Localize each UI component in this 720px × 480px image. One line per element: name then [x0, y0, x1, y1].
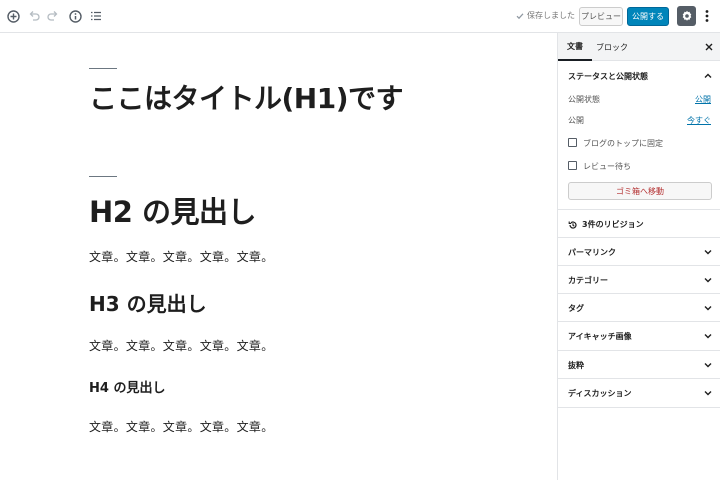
redo-icon[interactable] — [45, 8, 61, 24]
preview-button[interactable]: プレビュー — [579, 7, 623, 26]
panel-divider — [558, 237, 720, 238]
heading-h2[interactable]: H2 の見出し — [89, 189, 257, 231]
visibility-label: 公開状態 — [568, 95, 600, 104]
chevron-down-icon[interactable] — [703, 247, 713, 257]
post-title[interactable]: ここはタイトル(H1)です — [89, 77, 404, 117]
paragraph-1[interactable]: 文章。文章。文章。文章。文章。 — [89, 248, 274, 265]
close-sidebar-button[interactable] — [703, 41, 715, 53]
panel-divider — [558, 293, 720, 294]
sidebar-tabs: 文書 ブロック — [558, 33, 720, 61]
vertical-ellipsis-icon — [705, 10, 709, 22]
sticky-label[interactable]: ブログのトップに固定 — [583, 138, 663, 149]
chevron-down-icon[interactable] — [703, 331, 713, 341]
pending-review-checkbox[interactable] — [568, 161, 577, 170]
editor-canvas[interactable]: ここはタイトル(H1)です H2 の見出し 文章。文章。文章。文章。文章。 H3… — [0, 33, 557, 480]
panel-divider — [558, 407, 720, 408]
chevron-down-icon[interactable] — [703, 360, 713, 370]
revisions-label: 3件のリビジョン — [582, 220, 644, 229]
status-panel-title[interactable]: ステータスと公開状態 — [568, 71, 648, 82]
chevron-down-icon[interactable] — [703, 303, 713, 313]
paragraph-3[interactable]: 文章。文章。文章。文章。文章。 — [89, 418, 274, 435]
publish-date-label: 公開 — [568, 116, 584, 125]
tab-block[interactable]: ブロック — [594, 33, 630, 61]
panel-tags[interactable]: タグ — [568, 303, 584, 314]
heading-h4[interactable]: H4 の見出し — [89, 377, 165, 396]
close-icon — [705, 43, 713, 51]
settings-button[interactable] — [677, 6, 696, 26]
sticky-checkbox[interactable] — [568, 138, 577, 147]
gear-icon — [682, 10, 691, 21]
panel-divider — [558, 378, 720, 379]
publish-date-toggle[interactable]: 今すぐ — [687, 115, 711, 126]
saved-status: 保存しました — [516, 10, 575, 21]
add-block-icon[interactable] — [5, 8, 21, 24]
paragraph-2[interactable]: 文章。文章。文章。文章。文章。 — [89, 337, 274, 354]
publish-button[interactable]: 公開する — [627, 7, 669, 26]
chevron-down-icon[interactable] — [703, 388, 713, 398]
chevron-up-icon[interactable] — [703, 71, 713, 81]
check-icon — [516, 12, 524, 19]
chevron-down-icon[interactable] — [703, 275, 713, 285]
panel-featured-image[interactable]: アイキャッチ画像 — [568, 331, 632, 342]
info-icon[interactable] — [67, 8, 83, 24]
pending-review-label[interactable]: レビュー待ち — [583, 161, 631, 172]
panel-divider — [558, 321, 720, 322]
editor-toolbar: 保存しました プレビュー 公開する — [0, 0, 720, 33]
panel-excerpt[interactable]: 抜粋 — [568, 360, 584, 371]
panel-permalink[interactable]: パーマリンク — [568, 247, 616, 258]
panel-discussion[interactable]: ディスカッション — [568, 388, 631, 399]
visibility-toggle[interactable]: 公開 — [695, 94, 711, 105]
title-separator — [89, 68, 117, 69]
panel-categories[interactable]: カテゴリー — [568, 275, 608, 286]
panel-divider — [558, 265, 720, 266]
more-menu-button[interactable] — [702, 8, 712, 24]
panel-divider — [558, 209, 720, 210]
saved-text: 保存しました — [527, 11, 575, 20]
panel-divider — [558, 350, 720, 351]
outline-icon[interactable] — [88, 8, 104, 24]
history-icon — [568, 220, 577, 229]
heading-h3[interactable]: H3 の見出し — [89, 288, 207, 317]
move-to-trash-button[interactable]: ゴミ箱へ移動 — [568, 182, 712, 200]
revisions-link[interactable]: 3件のリビジョン — [568, 219, 644, 230]
tab-document[interactable]: 文書 — [558, 33, 592, 61]
undo-icon[interactable] — [26, 8, 42, 24]
settings-sidebar: 文書 ブロック ステータスと公開状態 公開状態 公開 公開 今すぐ ブログのトッ… — [557, 33, 720, 480]
separator-block[interactable] — [89, 176, 117, 177]
